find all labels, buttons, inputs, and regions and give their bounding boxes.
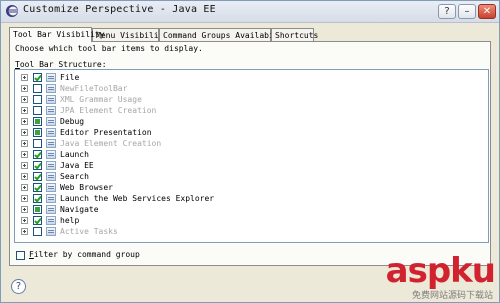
tree-row[interactable]: NewFileToolBar [15, 83, 475, 94]
tree-row-label: Launch the Web Services Explorer [60, 194, 215, 203]
tree-row-checkbox[interactable] [33, 216, 42, 225]
tree-row-label: Search [60, 172, 89, 181]
tab-shortcuts[interactable]: Shortcuts [271, 28, 318, 41]
tree-row-checkbox[interactable] [33, 117, 42, 126]
expand-icon[interactable] [21, 173, 28, 180]
tree-row[interactable]: Web Browser [15, 182, 475, 193]
tree-row[interactable]: Editor Presentation [15, 127, 475, 138]
filter-label-rest: ilter by command group [33, 250, 140, 259]
help-title-button[interactable]: ? [438, 4, 456, 19]
minimize-button[interactable]: – [458, 4, 476, 19]
expand-icon[interactable] [21, 118, 28, 125]
toolbar-icon [46, 205, 56, 214]
tree-row-label: Launch [60, 150, 89, 159]
tree-row[interactable]: XML Grammar Usage [15, 94, 475, 105]
tree-row-checkbox[interactable] [33, 172, 42, 181]
tree-row-label: Java Element Creation [60, 139, 162, 148]
watermark-brand: aspku [385, 251, 496, 291]
tree-row-label: Editor Presentation [60, 128, 152, 137]
expand-icon[interactable] [21, 96, 28, 103]
tree-row-label: File [60, 73, 80, 82]
tree-row[interactable]: Active Tasks [15, 226, 475, 237]
tree-row-checkbox[interactable] [33, 205, 42, 214]
toolbar-icon [46, 128, 56, 137]
tree-row-label: Web Browser [60, 183, 113, 192]
expand-icon[interactable] [21, 206, 28, 213]
tree-row-label: XML Grammar Usage [60, 95, 142, 104]
tree-row-label: Active Tasks [60, 227, 118, 236]
toolbar-icon [46, 139, 56, 148]
tree-row[interactable]: Debug [15, 116, 475, 127]
tree-row[interactable]: Launch [15, 149, 475, 160]
tree-row[interactable]: Navigate [15, 204, 475, 215]
description-text: Choose which tool bar items to display. [15, 44, 203, 53]
expand-icon[interactable] [21, 107, 28, 114]
eclipse-icon [6, 5, 18, 17]
toolbar-icon [46, 172, 56, 181]
tree-row-checkbox[interactable] [33, 227, 42, 236]
expand-icon[interactable] [21, 217, 28, 224]
toolbar-icon [46, 194, 56, 203]
tree-row[interactable]: Search [15, 171, 475, 182]
expand-icon[interactable] [21, 195, 28, 202]
expand-icon[interactable] [21, 140, 28, 147]
toolbar-icon [46, 117, 56, 126]
tree-row-checkbox[interactable] [33, 194, 42, 203]
tab-tool-bar-visibility[interactable]: Tool Bar Visibility [9, 27, 105, 42]
expand-icon[interactable] [21, 228, 28, 235]
tool-bar-structure-tree[interactable]: File NewFileToolBar XML Grammar Usage JPA E… [14, 69, 489, 243]
toolbar-icon [46, 95, 56, 104]
structure-label-rest: ool Bar Structure: [19, 60, 107, 69]
filter-label[interactable]: Filter by command group [29, 250, 140, 259]
toolbar-icon [46, 227, 56, 236]
expand-icon[interactable] [21, 74, 28, 81]
tree-row-checkbox[interactable] [33, 183, 42, 192]
toolbar-icon [46, 150, 56, 159]
help-icon[interactable]: ? [11, 279, 26, 294]
tree-row-label: Java EE [60, 161, 94, 170]
tree-row-label: help [60, 216, 80, 225]
toolbar-icon [46, 216, 56, 225]
tool-bar-structure-label: Tool Bar Structure: [15, 60, 107, 69]
tree-row-label: Debug [60, 117, 85, 126]
toolbar-icon [46, 106, 56, 115]
tree-row-checkbox[interactable] [33, 84, 42, 93]
tree-row-checkbox[interactable] [33, 106, 42, 115]
toolbar-icon [46, 183, 56, 192]
tab-command-groups-availability[interactable]: Command Groups Availability [159, 28, 293, 41]
tree-row-checkbox[interactable] [33, 150, 42, 159]
toolbar-icon [46, 73, 56, 82]
tree-row-checkbox[interactable] [33, 161, 42, 170]
title-bar[interactable]: Customize Perspective - Java EE ? – ✕ [1, 1, 499, 23]
tree-row[interactable]: Java EE [15, 160, 475, 171]
tree-row-checkbox[interactable] [33, 128, 42, 137]
expand-icon[interactable] [21, 162, 28, 169]
expand-icon[interactable] [21, 184, 28, 191]
watermark-subtext: 免费网站源码下载站 [411, 291, 493, 301]
tree-row-label: JPA Element Creation [60, 106, 157, 115]
close-button[interactable]: ✕ [478, 4, 496, 19]
tree-row-label: Navigate [60, 205, 99, 214]
toolbar-icon [46, 84, 56, 93]
tree-row-checkbox[interactable] [33, 73, 42, 82]
watermark: aspku 免费网站源码下载站 [331, 251, 499, 303]
filter-checkbox[interactable] [16, 251, 25, 260]
expand-icon[interactable] [21, 129, 28, 136]
window-title: Customize Perspective - Java EE [23, 4, 216, 15]
tree-row[interactable]: Launch the Web Services Explorer [15, 193, 475, 204]
tree-row-checkbox[interactable] [33, 95, 42, 104]
tree-row-checkbox[interactable] [33, 139, 42, 148]
tree-row[interactable]: JPA Element Creation [15, 105, 475, 116]
tree-row[interactable]: Java Element Creation [15, 138, 475, 149]
customize-perspective-window: Customize Perspective - Java EE ? – ✕ To… [0, 0, 500, 303]
expand-icon[interactable] [21, 151, 28, 158]
tree-row[interactable]: help [15, 215, 475, 226]
expand-icon[interactable] [21, 85, 28, 92]
tree-row[interactable]: File [15, 72, 475, 83]
toolbar-icon [46, 161, 56, 170]
tree-row-label: NewFileToolBar [60, 84, 128, 93]
